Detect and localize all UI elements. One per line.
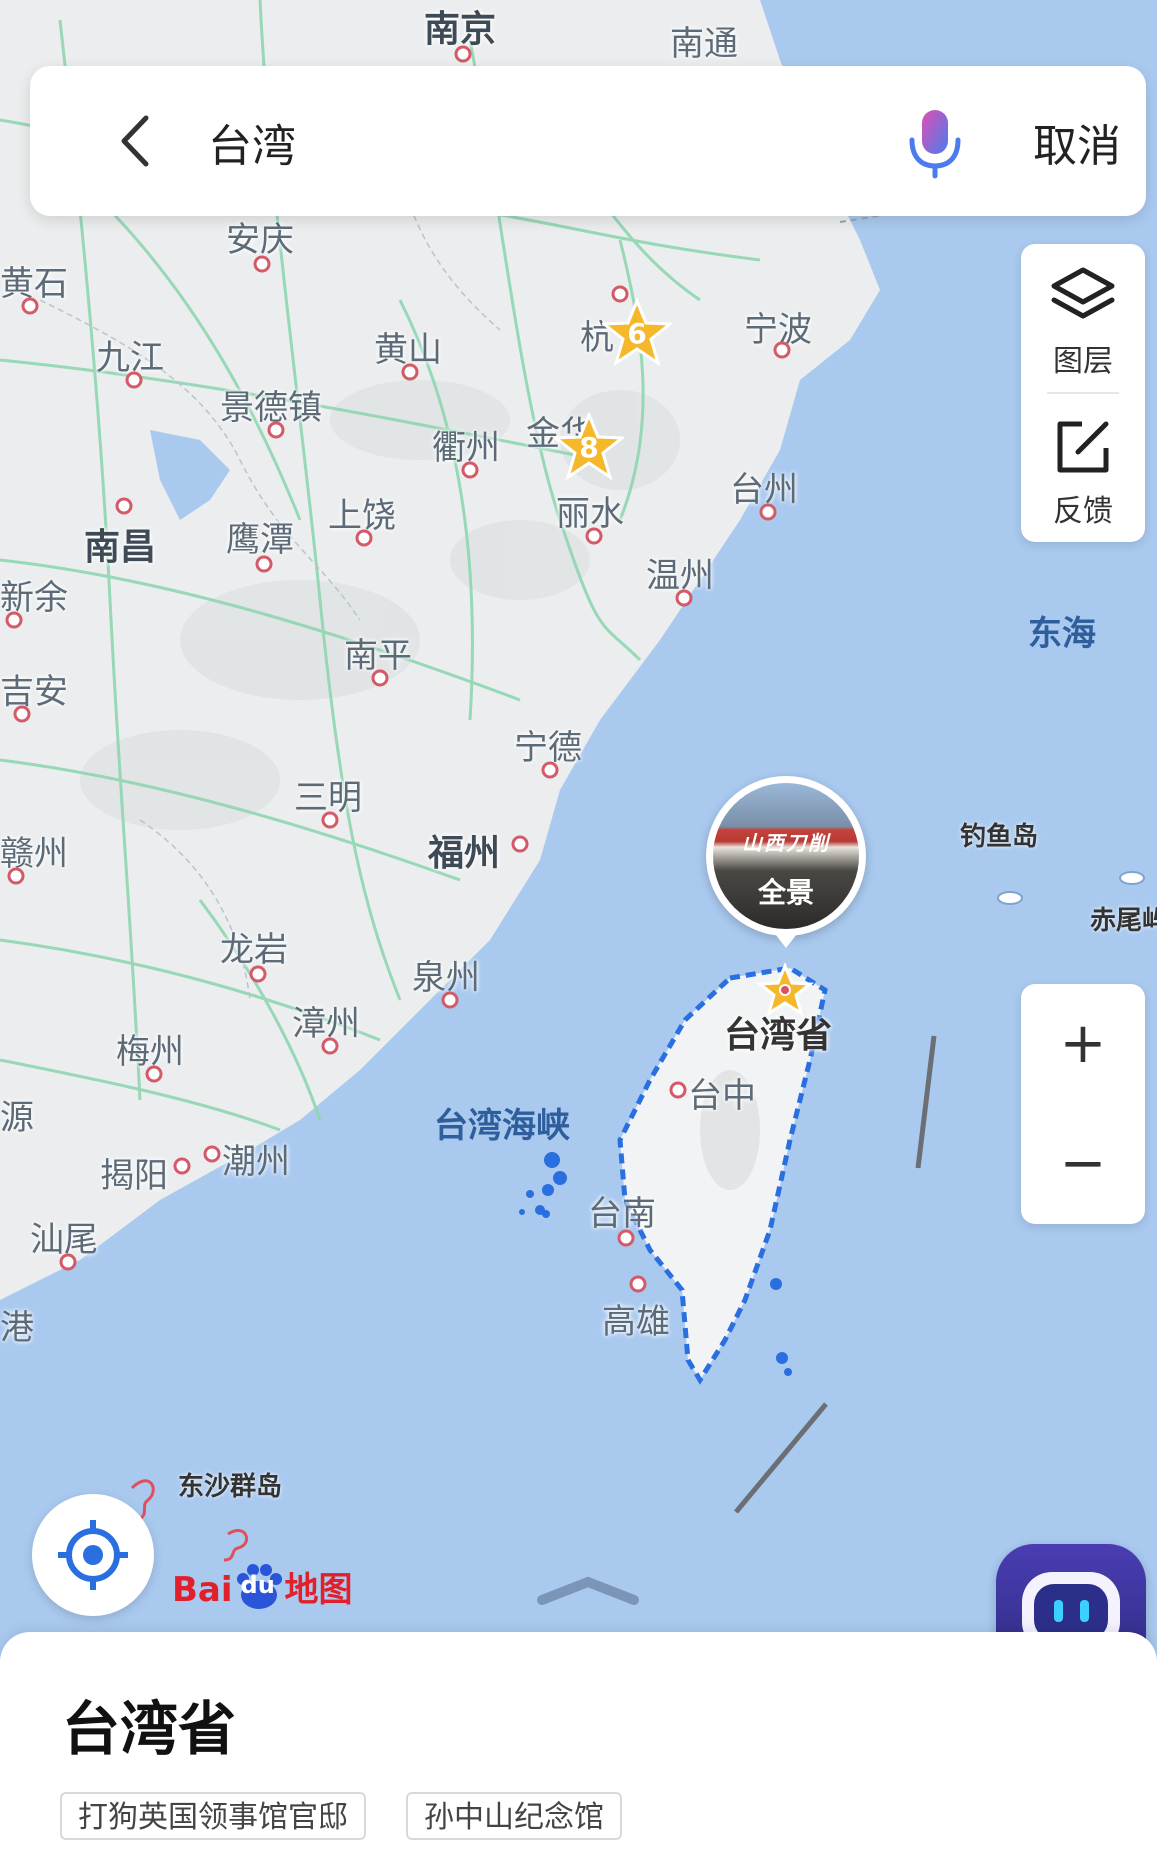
city-dot [675, 589, 693, 607]
city-label: 南通 [670, 24, 738, 64]
city-dot [115, 497, 133, 515]
city-dot [759, 503, 777, 521]
feedback-button[interactable]: 反馈 [1021, 416, 1145, 530]
place-info-sheet[interactable]: 台湾省 打狗英国领事馆官邸 孙中山纪念馆 [0, 1632, 1157, 1858]
chevron-left-icon[interactable] [108, 108, 168, 174]
baidu-map-logo: Bai du 地图 [172, 1562, 353, 1611]
city-dot [355, 529, 373, 547]
city-dot [461, 461, 479, 479]
city-dot [13, 705, 31, 723]
city-label: 揭阳 [100, 1156, 168, 1196]
star-count: 8 [579, 431, 599, 464]
paw-icon: du [233, 1563, 285, 1611]
city-dot [454, 45, 472, 63]
divider [1047, 392, 1119, 394]
city-label: 福州 [428, 833, 501, 874]
city-dot [255, 555, 273, 573]
map-tools-panel: 图层 反馈 [1021, 244, 1145, 542]
microphone-icon[interactable] [900, 106, 970, 180]
panorama-thumbnail: 山西刀削 全景 [713, 783, 859, 929]
city-dot [371, 669, 389, 687]
city-dot [585, 527, 603, 545]
city-dot [5, 611, 23, 629]
city-dot [669, 1081, 687, 1099]
city-dot [145, 1065, 163, 1083]
panorama-sign: 山西刀削 [742, 831, 830, 855]
sea-label: 台湾海峡 [434, 1106, 570, 1146]
city-label: 潮州 [222, 1142, 290, 1182]
search-input[interactable]: 台湾 [208, 110, 296, 174]
city-dot [401, 363, 419, 381]
logo-text-cn: 地图 [284, 1570, 353, 1610]
zoom-control: + − [1021, 984, 1145, 1224]
city-dot [617, 1229, 635, 1247]
island-label: 东沙群岛 [178, 1472, 283, 1502]
island-label: 赤尾屿 [1090, 906, 1157, 936]
locate-icon [58, 1520, 128, 1590]
city-dot [203, 1145, 221, 1163]
logo-du: du [240, 1571, 275, 1599]
star-count: 6 [627, 317, 647, 350]
city-label: 港 [0, 1308, 34, 1348]
poi-tag[interactable]: 打狗英国领事馆官邸 [60, 1792, 366, 1840]
city-dot [249, 965, 267, 983]
city-label: 龙岩 [220, 930, 288, 970]
city-dot [321, 811, 339, 829]
city-dot [629, 1275, 647, 1293]
city-label: 鹰潭 [226, 520, 294, 560]
star-pin-icon [755, 962, 815, 1017]
city-dot [173, 1157, 191, 1175]
scenic-star-marker[interactable]: 6 [599, 297, 675, 368]
city-label: 赣州 [0, 834, 68, 874]
city-dot [321, 1037, 339, 1055]
selected-location-marker[interactable] [750, 956, 820, 1026]
edit-icon [1057, 421, 1109, 473]
bubble-pointer [772, 930, 800, 948]
city-dot [125, 371, 143, 389]
city-dot [59, 1253, 77, 1271]
city-dot [253, 255, 271, 273]
city-label: 吉安 [0, 672, 68, 712]
panorama-bubble[interactable]: 山西刀削 全景 [706, 776, 866, 948]
city-label: 南京 [424, 9, 497, 50]
poi-tag[interactable]: 孙中山纪念馆 [406, 1792, 622, 1840]
zoom-out-button[interactable]: − [1021, 1104, 1145, 1224]
city-label: 源 [0, 1098, 34, 1138]
city-dot [267, 421, 285, 439]
search-bar[interactable]: 台湾 取消 [30, 66, 1146, 216]
cancel-button[interactable]: 取消 [1033, 110, 1121, 174]
city-dot [773, 341, 791, 359]
city-label: 台南 [588, 1194, 656, 1234]
city-dot [7, 867, 25, 885]
city-dot [21, 297, 39, 315]
city-label: 高雄 [602, 1302, 670, 1342]
city-label: 南昌 [84, 527, 157, 568]
locate-button[interactable] [32, 1494, 154, 1616]
scenic-star-marker[interactable]: 8 [551, 411, 627, 482]
city-label: 安庆 [226, 220, 294, 260]
logo-text: Bai [172, 1570, 233, 1610]
island-label: 钓鱼岛 [960, 822, 1039, 852]
city-dot [441, 991, 459, 1009]
sea-label: 东海 [1028, 614, 1096, 654]
layers-icon [1051, 267, 1115, 319]
city-label: 台中 [688, 1076, 756, 1116]
panorama-label: 全景 [757, 876, 814, 909]
layers-button[interactable]: 图层 [1021, 266, 1145, 380]
zoom-in-button[interactable]: + [1021, 984, 1145, 1104]
city-dot [511, 835, 529, 853]
feedback-label: 反馈 [1053, 494, 1113, 529]
layers-label: 图层 [1053, 344, 1113, 379]
city-dot [541, 761, 559, 779]
place-title: 台湾省 [62, 1695, 237, 1763]
